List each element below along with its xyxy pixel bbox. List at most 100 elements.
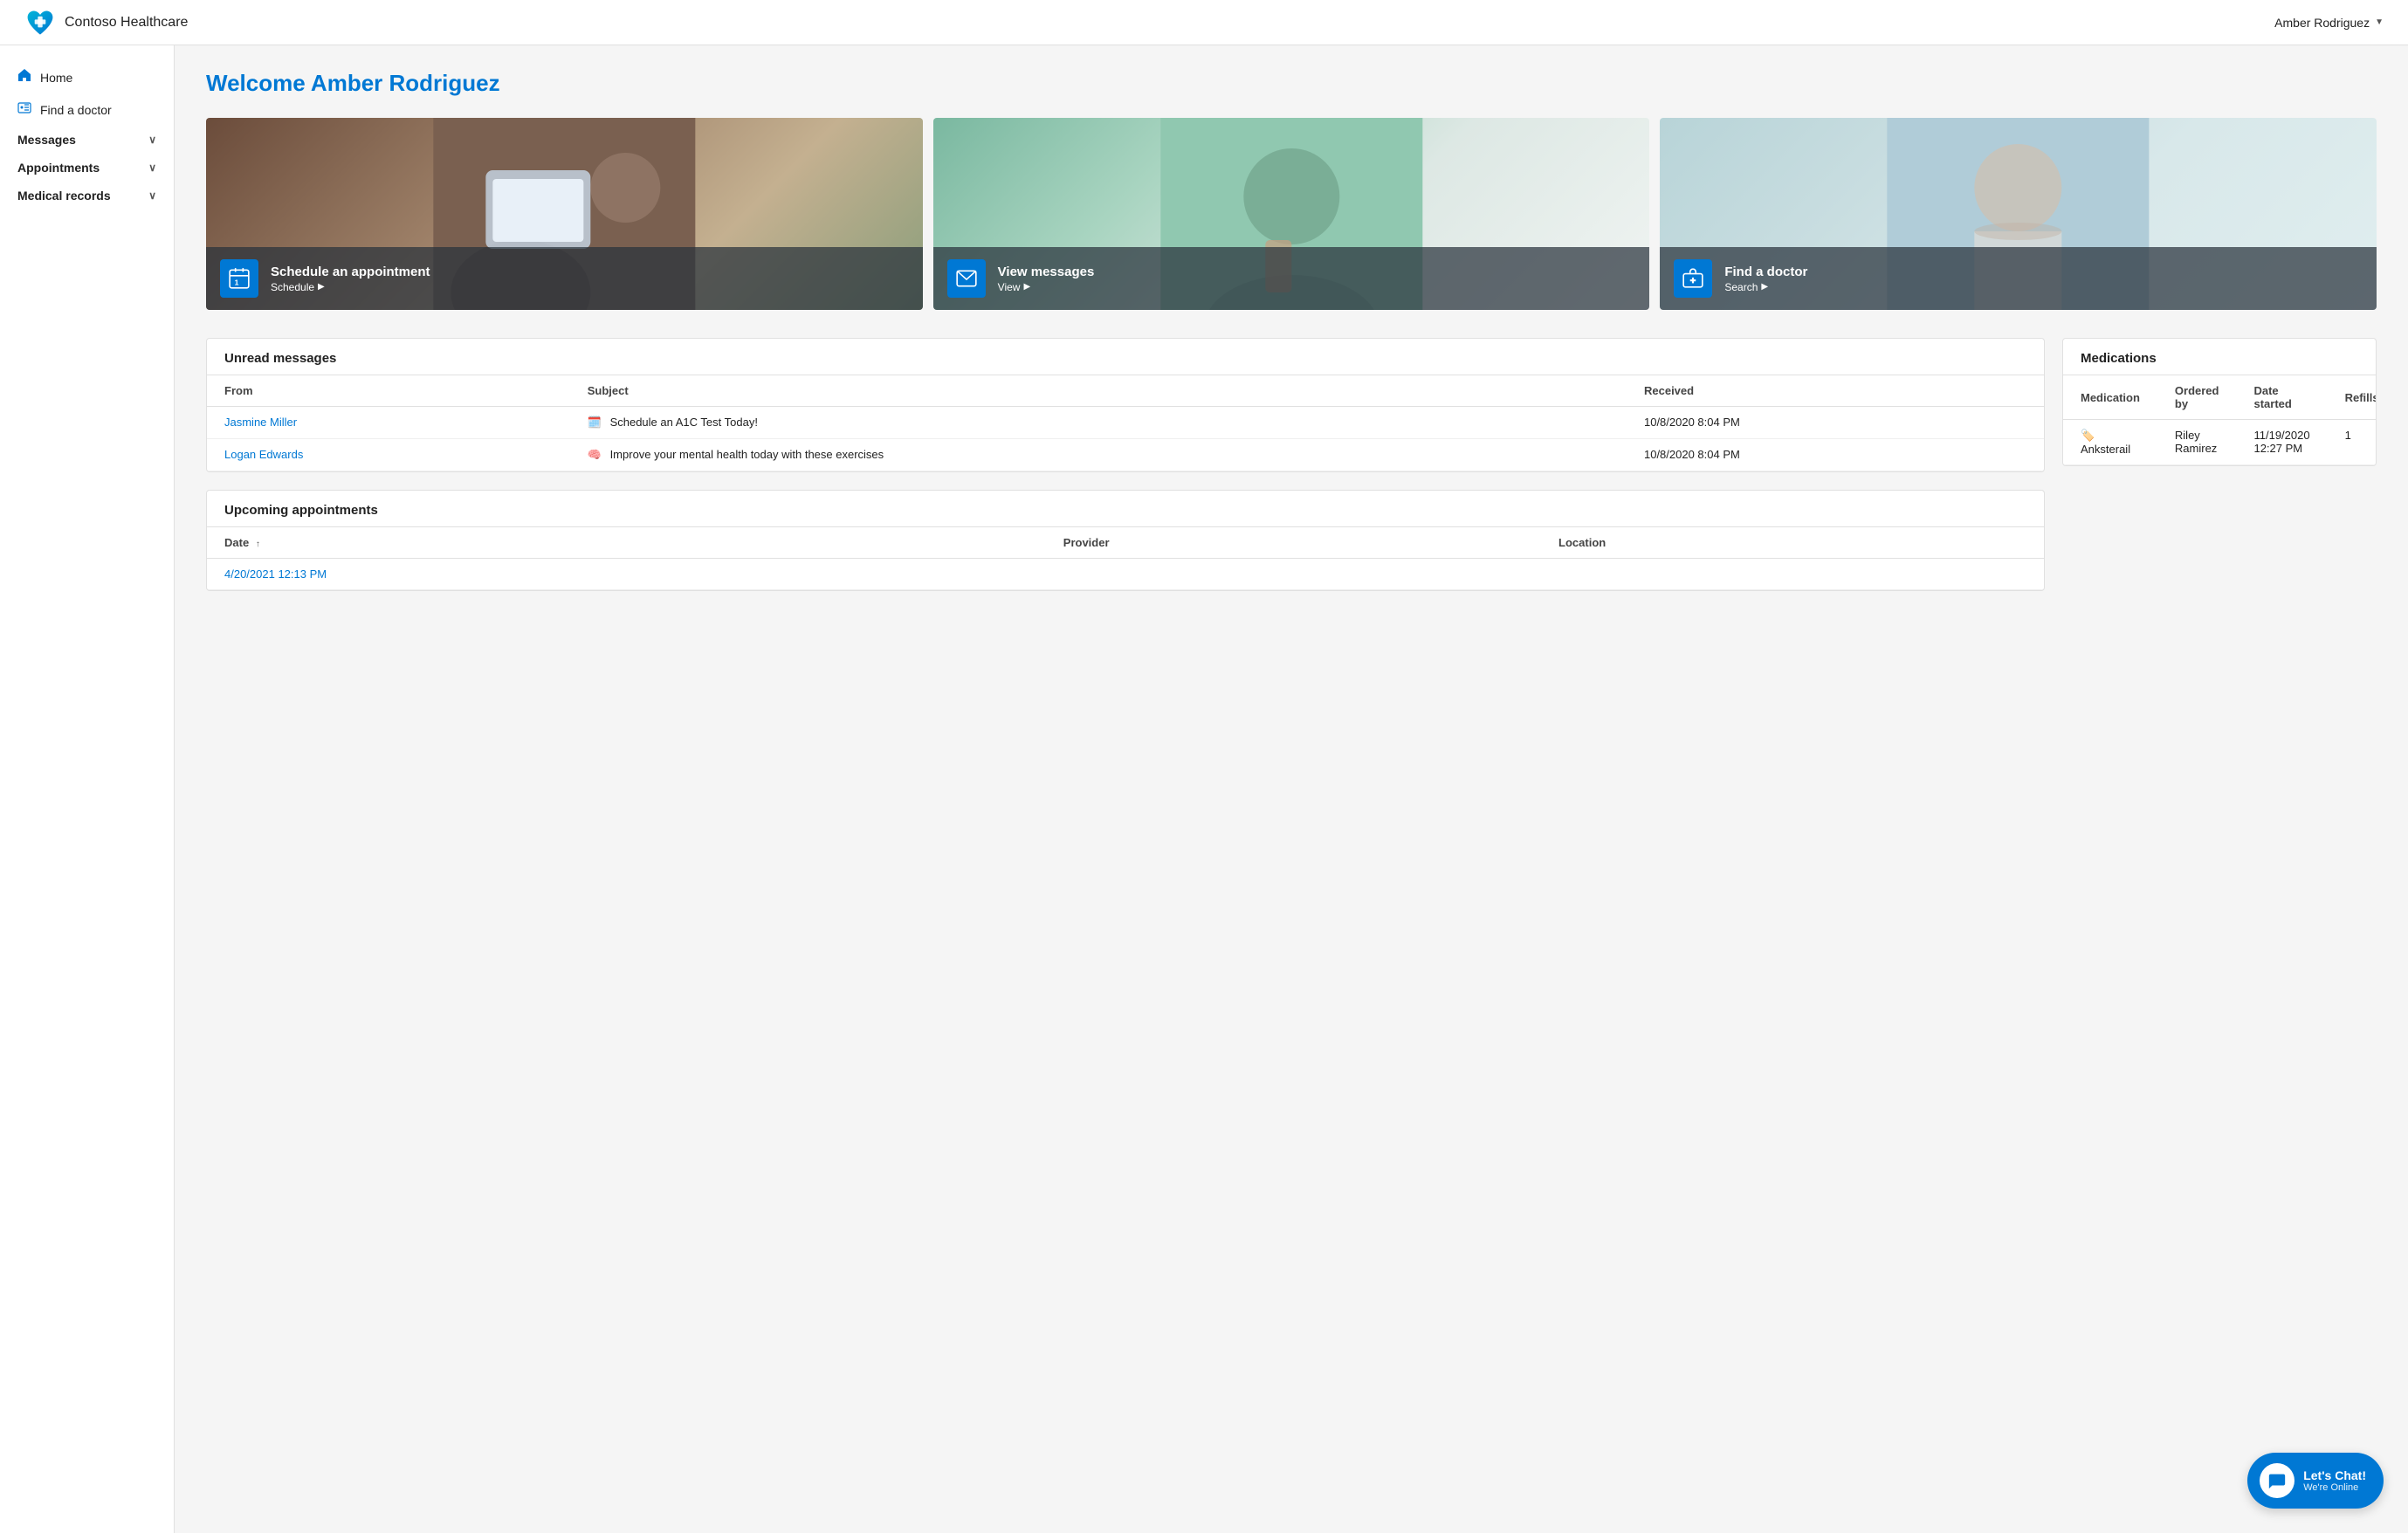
upcoming-appointments-table: Date ↑ Provider Location 4/20/2021 12:13… bbox=[207, 527, 2044, 590]
msg-brain-icon: 🧠 bbox=[588, 448, 602, 461]
table-row: 🏷️ Anksterail Riley Ramirez 11/19/2020 1… bbox=[2063, 420, 2377, 465]
appt-col-provider: Provider bbox=[1046, 527, 1541, 559]
find-doctor-link-label: Search bbox=[1724, 281, 1758, 293]
msg-subject-0: 🗓️ Schedule an A1C Test Today! bbox=[570, 407, 1627, 439]
page-title: Welcome Amber Rodriguez bbox=[206, 70, 2377, 97]
sidebar-medical-records-label: Medical records bbox=[17, 189, 111, 203]
sidebar-item-medical-records[interactable]: Medical records ∨ bbox=[0, 182, 174, 210]
messages-link-label: View bbox=[998, 281, 1021, 293]
med-col-medication: Medication bbox=[2063, 375, 2157, 420]
hero-card-find-doctor-link[interactable]: Search ▶ bbox=[1724, 281, 1807, 293]
appt-col-date: Date ↑ bbox=[207, 527, 1046, 559]
msg-sender-0[interactable]: Jasmine Miller bbox=[207, 407, 570, 439]
hero-card-find-doctor-text: Find a doctor Search ▶ bbox=[1724, 265, 1807, 293]
sidebar-item-find-doctor[interactable]: Find a doctor bbox=[0, 93, 174, 126]
hero-card-messages[interactable]: View messages View ▶ bbox=[933, 118, 1650, 310]
chat-bubble-icon bbox=[2267, 1471, 2287, 1490]
left-column: Unread messages From Subject Received Ja… bbox=[206, 338, 2045, 608]
sidebar-home-label: Home bbox=[40, 71, 72, 85]
unread-messages-thead-row: From Subject Received bbox=[207, 375, 2044, 407]
chat-button[interactable]: Let's Chat! We're Online bbox=[2247, 1453, 2384, 1509]
appt-date-label: Date bbox=[224, 536, 249, 549]
msg-calendar-icon: 🗓️ bbox=[588, 416, 602, 429]
brand-logo-icon bbox=[24, 7, 56, 38]
medications-header: Medications bbox=[2063, 339, 2376, 375]
sidebar-item-home[interactable]: Home bbox=[0, 61, 174, 93]
appt-col-location: Location bbox=[1541, 527, 2044, 559]
unread-messages-header: Unread messages bbox=[207, 339, 2044, 375]
two-col-section: Unread messages From Subject Received Ja… bbox=[206, 338, 2377, 608]
sidebar-item-messages[interactable]: Messages ∨ bbox=[0, 126, 174, 154]
envelope-icon bbox=[955, 267, 978, 290]
hero-cards-section: 1 Schedule an appointment Schedule ▶ bbox=[206, 118, 2377, 310]
hero-card-messages-title: View messages bbox=[998, 265, 1095, 279]
appt-provider-0 bbox=[1046, 559, 1541, 590]
med-name-text-0: Anksterail bbox=[2081, 443, 2130, 456]
user-menu[interactable]: Amber Rodriguez ▼ bbox=[2274, 16, 2384, 30]
hero-card-messages-overlay: View messages View ▶ bbox=[933, 247, 1650, 310]
user-name-label: Amber Rodriguez bbox=[2274, 16, 2370, 30]
hero-card-schedule[interactable]: 1 Schedule an appointment Schedule ▶ bbox=[206, 118, 923, 310]
app-header: Contoso Healthcare Amber Rodriguez ▼ bbox=[0, 0, 2408, 45]
msg-subject-1: 🧠 Improve your mental health today with … bbox=[570, 439, 1627, 471]
msg-subject-text-0: Schedule an A1C Test Today! bbox=[610, 416, 758, 429]
sidebar-messages-label: Messages bbox=[17, 133, 76, 147]
sidebar-item-appointments[interactable]: Appointments ∨ bbox=[0, 154, 174, 182]
schedule-card-icon-wrap: 1 bbox=[220, 259, 258, 298]
hero-card-find-doctor[interactable]: Find a doctor Search ▶ bbox=[1660, 118, 2377, 310]
med-col-date-started: Date started bbox=[2236, 375, 2327, 420]
brand-name-label: Contoso Healthcare bbox=[65, 15, 188, 31]
unread-messages-card: Unread messages From Subject Received Ja… bbox=[206, 338, 2045, 472]
main-content: Welcome Amber Rodriguez bbox=[175, 45, 2408, 1533]
right-column: Medications Medication Ordered by Date s… bbox=[2062, 338, 2377, 608]
medications-thead-row: Medication Ordered by Date started Refil… bbox=[2063, 375, 2377, 420]
sidebar-medical-records-chevron-icon: ∨ bbox=[148, 189, 156, 202]
hero-card-messages-text: View messages View ▶ bbox=[998, 265, 1095, 293]
medication-pill-icon: 🏷️ bbox=[2081, 429, 2095, 442]
med-name-0: 🏷️ Anksterail bbox=[2063, 420, 2157, 465]
hero-card-find-doctor-title: Find a doctor bbox=[1724, 265, 1807, 279]
med-col-refills: Refills bbox=[2328, 375, 2377, 420]
home-icon bbox=[17, 68, 31, 86]
appt-date-0[interactable]: 4/20/2021 12:13 PM bbox=[207, 559, 1046, 590]
table-row: Logan Edwards 🧠 Improve your mental heal… bbox=[207, 439, 2044, 471]
upcoming-appointments-card: Upcoming appointments Date ↑ Provider Lo… bbox=[206, 490, 2045, 591]
sidebar: Home Find a doctor Messages ∨ Appointmen… bbox=[0, 45, 175, 1533]
hero-card-messages-link[interactable]: View ▶ bbox=[998, 281, 1095, 293]
find-doctor-arrow-icon: ▶ bbox=[1761, 282, 1768, 292]
brand: Contoso Healthcare bbox=[24, 7, 188, 38]
calendar-icon: 1 bbox=[228, 267, 251, 290]
sort-asc-icon[interactable]: ↑ bbox=[256, 540, 260, 549]
upcoming-appointments-header: Upcoming appointments bbox=[207, 491, 2044, 527]
schedule-arrow-icon: ▶ bbox=[318, 282, 325, 292]
appt-location-0 bbox=[1541, 559, 2044, 590]
med-col-ordered-by: Ordered by bbox=[2157, 375, 2237, 420]
msg-received-1: 10/8/2020 8:04 PM bbox=[1627, 439, 2044, 471]
messages-arrow-icon: ▶ bbox=[1023, 282, 1030, 292]
sidebar-find-doctor-label: Find a doctor bbox=[40, 103, 112, 117]
med-ordered-by-0: Riley Ramirez bbox=[2157, 420, 2237, 465]
find-doctor-card-icon-wrap bbox=[1674, 259, 1712, 298]
medications-card: Medications Medication Ordered by Date s… bbox=[2062, 338, 2377, 466]
hero-card-schedule-link[interactable]: Schedule ▶ bbox=[271, 281, 430, 293]
msg-sender-1[interactable]: Logan Edwards bbox=[207, 439, 570, 471]
table-row: Jasmine Miller 🗓️ Schedule an A1C Test T… bbox=[207, 407, 2044, 439]
user-menu-chevron-icon: ▼ bbox=[2375, 17, 2384, 27]
sidebar-appointments-left: Appointments bbox=[17, 161, 100, 175]
page-layout: Home Find a doctor Messages ∨ Appointmen… bbox=[0, 45, 2408, 1533]
hero-card-find-doctor-overlay: Find a doctor Search ▶ bbox=[1660, 247, 2377, 310]
chat-subtitle-label: We're Online bbox=[2303, 1482, 2366, 1493]
hero-card-schedule-text: Schedule an appointment Schedule ▶ bbox=[271, 265, 430, 293]
schedule-link-label: Schedule bbox=[271, 281, 314, 293]
medical-bag-icon bbox=[1682, 267, 1704, 290]
sidebar-appointments-label: Appointments bbox=[17, 161, 100, 175]
find-doctor-icon bbox=[17, 100, 31, 119]
sidebar-messages-chevron-icon: ∨ bbox=[148, 134, 156, 146]
table-row: 4/20/2021 12:13 PM bbox=[207, 559, 2044, 590]
chat-text: Let's Chat! We're Online bbox=[2303, 1468, 2366, 1493]
upcoming-appointments-thead-row: Date ↑ Provider Location bbox=[207, 527, 2044, 559]
msg-subject-text-1: Improve your mental health today with th… bbox=[610, 448, 884, 461]
chat-title-label: Let's Chat! bbox=[2303, 1468, 2366, 1482]
sidebar-medical-records-left: Medical records bbox=[17, 189, 111, 203]
unread-messages-col-subject: Subject bbox=[570, 375, 1627, 407]
